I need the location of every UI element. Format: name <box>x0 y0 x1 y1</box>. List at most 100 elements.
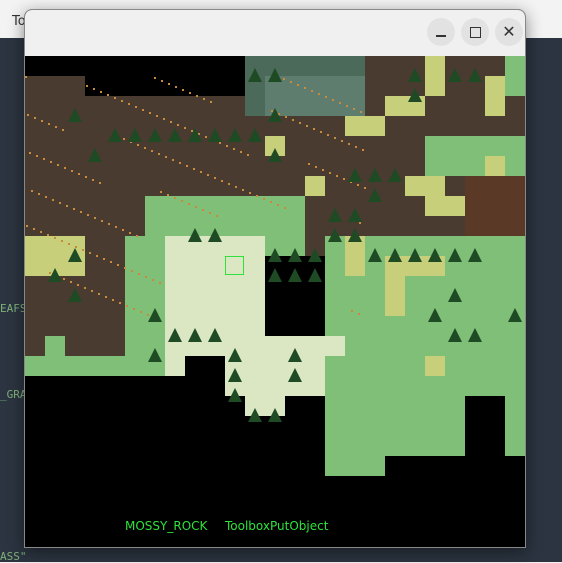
soil-speckle <box>135 106 137 108</box>
minimize-button[interactable] <box>427 18 455 46</box>
tool-mode-label: ToolboxPutObject <box>225 519 329 533</box>
yellow-grass-tile <box>425 56 445 96</box>
soil-speckle <box>152 279 154 281</box>
soil-speckle <box>292 119 294 121</box>
soil-speckle <box>270 201 272 203</box>
soil-speckle <box>115 226 117 228</box>
yellow-grass-tile <box>345 116 385 136</box>
soil-speckle <box>144 147 146 149</box>
soil-speckle <box>82 249 84 251</box>
soil-speckle <box>124 267 126 269</box>
soil-speckle <box>52 199 54 201</box>
minimize-icon <box>436 35 446 37</box>
soil-speckle <box>203 98 205 100</box>
soil-speckle <box>142 109 144 111</box>
soil-speckle <box>189 92 191 94</box>
close-button[interactable]: ✕ <box>495 18 523 46</box>
soil-speckle <box>216 215 218 217</box>
soil-speckle <box>43 158 45 160</box>
soil-speckle <box>40 231 42 233</box>
grass-tile <box>45 336 65 356</box>
soil-speckle <box>29 152 31 154</box>
soil-speckle <box>126 305 128 307</box>
soil-speckle <box>219 142 221 144</box>
soil-speckle <box>329 172 331 174</box>
yellow-grass-tile <box>425 356 445 376</box>
soil-speckle <box>263 198 265 200</box>
soil-speckle <box>351 310 353 312</box>
soil-speckle <box>131 270 133 272</box>
soil-speckle <box>235 186 237 188</box>
soil-speckle <box>200 171 202 173</box>
soil-speckle <box>313 128 315 130</box>
soil-speckle <box>318 93 320 95</box>
soil-speckle <box>339 102 341 104</box>
soil-speckle <box>50 161 52 163</box>
close-icon: ✕ <box>502 22 516 41</box>
tile-map[interactable] <box>25 56 525 476</box>
soil-speckle <box>355 146 357 148</box>
soil-speckle <box>68 243 70 245</box>
background-side-text: ASS" <box>0 550 27 563</box>
soil-speckle <box>158 153 160 155</box>
soil-speckle <box>209 212 211 214</box>
soil-speckle <box>98 293 100 295</box>
soil-speckle <box>228 183 230 185</box>
soil-speckle <box>256 195 258 197</box>
soil-speckle <box>99 182 101 184</box>
soil-speckle <box>140 311 142 313</box>
grass-tile <box>125 236 165 376</box>
soil-speckle <box>62 129 64 131</box>
soil-speckle <box>159 282 161 284</box>
soil-speckle <box>96 255 98 257</box>
soil-speckle <box>84 287 86 289</box>
soil-speckle <box>221 180 223 182</box>
maximize-button[interactable] <box>461 18 489 46</box>
soil-speckle <box>165 156 167 158</box>
soil-speckle <box>55 126 57 128</box>
soil-speckle <box>179 162 181 164</box>
soil-speckle <box>182 89 184 91</box>
soil-speckle <box>48 123 50 125</box>
soil-speckle <box>348 143 350 145</box>
soil-speckle <box>283 78 285 80</box>
soil-speckle <box>271 110 273 112</box>
soil-speckle <box>100 91 102 93</box>
soil-speckle <box>119 302 121 304</box>
soil-speckle <box>151 150 153 152</box>
yellow-grass-tile <box>405 176 445 196</box>
soil-speckle <box>73 208 75 210</box>
soil-speckle <box>207 174 209 176</box>
soil-speckle <box>105 296 107 298</box>
soil-speckle <box>156 115 158 117</box>
soil-speckle <box>299 122 301 124</box>
soil-speckle <box>47 234 49 236</box>
soil-speckle <box>242 189 244 191</box>
soil-speckle <box>89 252 91 254</box>
soil-speckle <box>107 94 109 96</box>
selected-object-label: MOSSY_ROCK <box>125 519 208 533</box>
soil-speckle <box>64 167 66 169</box>
soil-speckle <box>80 211 82 213</box>
soil-speckle <box>364 187 366 189</box>
soil-speckle <box>147 314 149 316</box>
sand-tile <box>165 236 265 336</box>
soil-speckle <box>170 121 172 123</box>
background-side-text: _GRA <box>0 388 27 401</box>
game-viewport[interactable]: MOSSY_ROCK ToolboxPutObject <box>25 56 525 547</box>
soil-speckle <box>86 85 88 87</box>
soil-speckle <box>181 200 183 202</box>
soil-speckle <box>196 95 198 97</box>
soil-speckle <box>133 308 135 310</box>
soil-speckle <box>92 179 94 181</box>
grass-tile <box>505 316 525 456</box>
soil-speckle <box>353 108 355 110</box>
soil-speckle <box>25 76 27 78</box>
soil-speckle <box>145 276 147 278</box>
soil-speckle <box>91 290 93 292</box>
soil-speckle <box>93 88 95 90</box>
soil-speckle <box>49 272 51 274</box>
soil-speckle <box>137 144 139 146</box>
soil-speckle <box>202 209 204 211</box>
window-titlebar[interactable]: ✕ <box>25 10 525 56</box>
